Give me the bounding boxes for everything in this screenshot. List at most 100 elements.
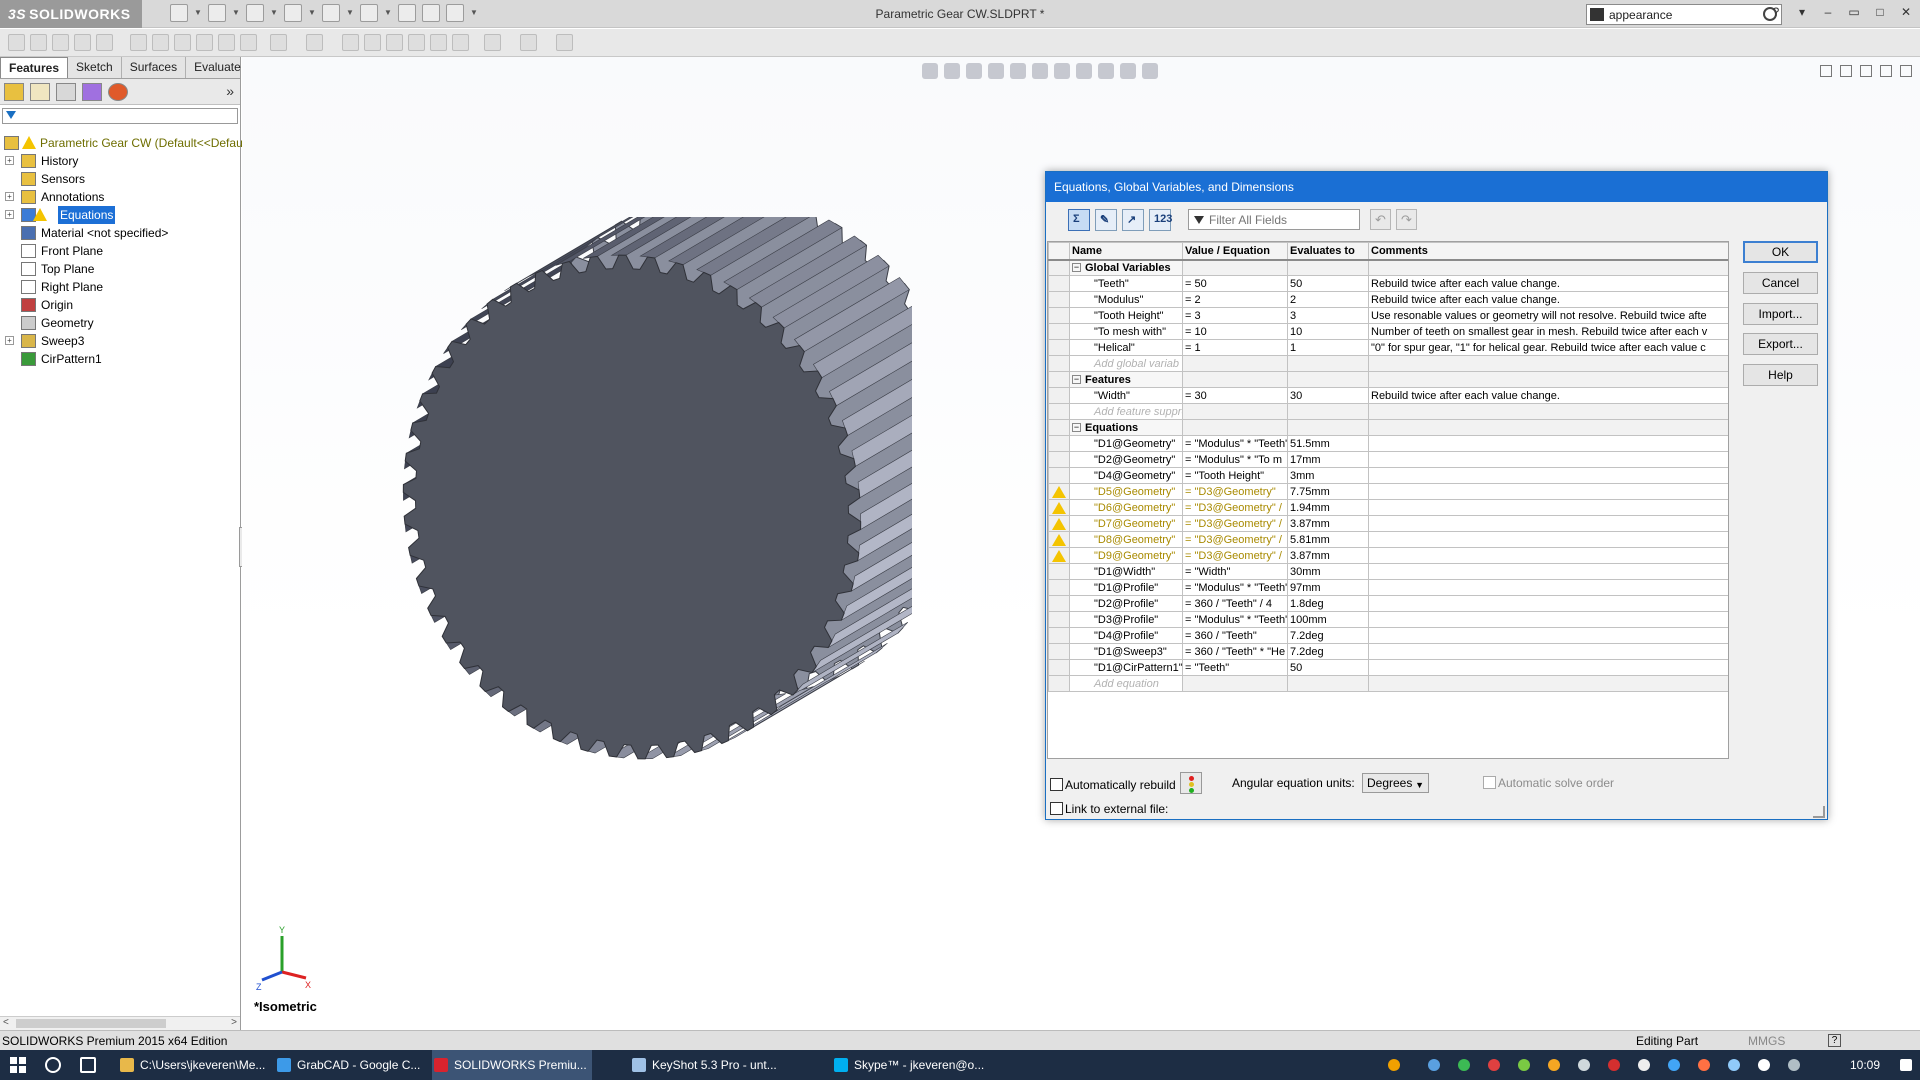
- tray-app-icon[interactable]: [1518, 1059, 1530, 1071]
- cell-comment[interactable]: [1368, 611, 1728, 628]
- expand-icon[interactable]: +: [5, 192, 14, 201]
- cell-name[interactable]: "D9@Geometry": [1069, 547, 1183, 564]
- redo-icon[interactable]: ↷: [1396, 209, 1417, 230]
- chevron-down-icon[interactable]: ▼: [470, 4, 478, 22]
- lofted-boss-icon[interactable]: [74, 34, 91, 51]
- task-view-icon[interactable]: [80, 1057, 96, 1073]
- column-header-evaluates[interactable]: Evaluates to: [1287, 242, 1369, 261]
- collapse-icon[interactable]: −: [1072, 423, 1081, 433]
- configurationmanager-icon[interactable]: [56, 83, 76, 101]
- linear-pattern-icon[interactable]: [306, 34, 323, 51]
- rib-icon[interactable]: [342, 34, 359, 51]
- apply-scene-icon[interactable]: [1120, 63, 1136, 79]
- close-button[interactable]: ✕: [1898, 4, 1914, 20]
- cell-comment[interactable]: Rebuild twice after each value change.: [1368, 275, 1728, 292]
- tray-app-icon[interactable]: [1608, 1059, 1620, 1071]
- revolved-cut-icon[interactable]: [174, 34, 191, 51]
- cell-value[interactable]: = "Teeth": [1182, 659, 1288, 676]
- tile-view-icon[interactable]: [1840, 65, 1852, 77]
- collapse-icon[interactable]: −: [1072, 263, 1081, 273]
- resize-grip[interactable]: [1813, 806, 1825, 818]
- cell-name[interactable]: "D7@Geometry": [1069, 515, 1183, 532]
- lofted-cut-icon[interactable]: [218, 34, 235, 51]
- scroll-right-icon[interactable]: >: [231, 1017, 237, 1028]
- dimxpertmanager-icon[interactable]: [82, 83, 102, 101]
- mirror-icon[interactable]: [452, 34, 469, 51]
- tree-filter-field[interactable]: [2, 108, 238, 124]
- cell-value[interactable]: = 1: [1182, 339, 1288, 356]
- cell-comment[interactable]: [1368, 435, 1728, 452]
- new-document-icon[interactable]: [170, 4, 188, 22]
- filter-all-fields[interactable]: [1188, 209, 1360, 230]
- save-icon[interactable]: [246, 4, 264, 22]
- cell-value[interactable]: = 30: [1182, 387, 1288, 404]
- quick-tips-icon[interactable]: ?: [1828, 1034, 1841, 1047]
- open-folder-icon[interactable]: [208, 4, 226, 22]
- cell-name[interactable]: "D4@Geometry": [1069, 467, 1183, 484]
- cell-comment[interactable]: [1368, 643, 1728, 660]
- column-header-comments[interactable]: Comments: [1368, 242, 1728, 261]
- tray-app-icon[interactable]: [1428, 1059, 1440, 1071]
- cell-name[interactable]: "D8@Geometry": [1069, 531, 1183, 548]
- cell-comment[interactable]: Rebuild twice after each value change.: [1368, 291, 1728, 308]
- cell-value[interactable]: = "D3@Geometry" /: [1182, 499, 1288, 516]
- instant3d-icon[interactable]: [556, 34, 573, 51]
- tray-app-icon[interactable]: [1548, 1059, 1560, 1071]
- tree-item[interactable]: Material <not specified>: [0, 224, 240, 242]
- expand-chevron-icon[interactable]: »: [226, 83, 234, 99]
- featuremanager-tree-icon[interactable]: [4, 83, 24, 101]
- tree-item[interactable]: + Equations: [0, 206, 240, 224]
- equation-view-icon[interactable]: Σ: [1068, 209, 1090, 231]
- chevron-down-icon[interactable]: ▼: [270, 4, 278, 22]
- cell-value[interactable]: = 360 / "Teeth": [1182, 627, 1288, 644]
- chevron-down-icon[interactable]: ▼: [384, 4, 392, 22]
- windows-start-icon[interactable]: [10, 1057, 26, 1073]
- column-header-name[interactable]: Name: [1069, 242, 1183, 261]
- expand-icon[interactable]: +: [5, 156, 14, 165]
- tree-item[interactable]: CirPattern1: [0, 350, 240, 368]
- cell-value[interactable]: = "Modulus" * "Teeth": [1182, 611, 1288, 628]
- cell-value[interactable]: = "D3@Geometry" /: [1182, 547, 1288, 564]
- cell-name[interactable]: "D1@Sweep3": [1069, 643, 1183, 660]
- network-icon[interactable]: [1728, 1059, 1740, 1071]
- cell-name[interactable]: "D1@Geometry": [1069, 435, 1183, 452]
- add-item-cell[interactable]: Add feature suppre: [1069, 403, 1183, 420]
- cell-value[interactable]: = "Modulus" * "Teeth": [1182, 579, 1288, 596]
- cell-comment[interactable]: [1368, 531, 1728, 548]
- import-button[interactable]: Import...: [1743, 303, 1818, 325]
- help-button[interactable]: Help: [1743, 364, 1818, 386]
- print-icon[interactable]: [284, 4, 302, 22]
- tree-item[interactable]: Front Plane: [0, 242, 240, 260]
- cell-name[interactable]: "D1@CirPattern1": [1069, 659, 1183, 676]
- cell-comment[interactable]: [1368, 515, 1728, 532]
- user-icon[interactable]: ▾: [1794, 4, 1810, 20]
- hole-wizard-icon[interactable]: [152, 34, 169, 51]
- tree-item[interactable]: Top Plane: [0, 260, 240, 278]
- export-button[interactable]: Export...: [1743, 333, 1818, 355]
- cell-name[interactable]: "D4@Profile": [1069, 627, 1183, 644]
- tree-item[interactable]: Sensors: [0, 170, 240, 188]
- cell-value[interactable]: = 3: [1182, 307, 1288, 324]
- ordered-view-icon[interactable]: 123: [1149, 209, 1172, 231]
- swept-boss-icon[interactable]: [52, 34, 69, 51]
- cell-name[interactable]: "D1@Width": [1069, 563, 1183, 580]
- clock[interactable]: 10:09 PM: [1850, 1050, 1880, 1080]
- section-title[interactable]: − Global Variables: [1069, 259, 1183, 276]
- chevron-down-icon[interactable]: ▼: [232, 4, 240, 22]
- search-icon[interactable]: [45, 1057, 61, 1073]
- cell-comment[interactable]: [1368, 499, 1728, 516]
- tree-item[interactable]: + History: [0, 152, 240, 170]
- cell-name[interactable]: "D2@Geometry": [1069, 451, 1183, 468]
- tray-app-icon[interactable]: [1488, 1059, 1500, 1071]
- tray-app-icon[interactable]: [1698, 1059, 1710, 1071]
- cell-comment[interactable]: [1368, 547, 1728, 564]
- add-item-cell[interactable]: Add equation: [1069, 675, 1183, 692]
- cell-value[interactable]: = "Tooth Height": [1182, 467, 1288, 484]
- expand-icon[interactable]: +: [5, 210, 14, 219]
- cell-name[interactable]: "Teeth": [1069, 275, 1183, 292]
- taskbar-task[interactable]: Skype™ - jkeveren@o...: [832, 1050, 992, 1080]
- column-header-value[interactable]: Value / Equation: [1182, 242, 1288, 261]
- cell-value[interactable]: = 360 / "Teeth" / 4: [1182, 595, 1288, 612]
- auto-rebuild-checkbox[interactable]: [1050, 778, 1063, 791]
- section-row[interactable]: − Features: [1048, 371, 1728, 388]
